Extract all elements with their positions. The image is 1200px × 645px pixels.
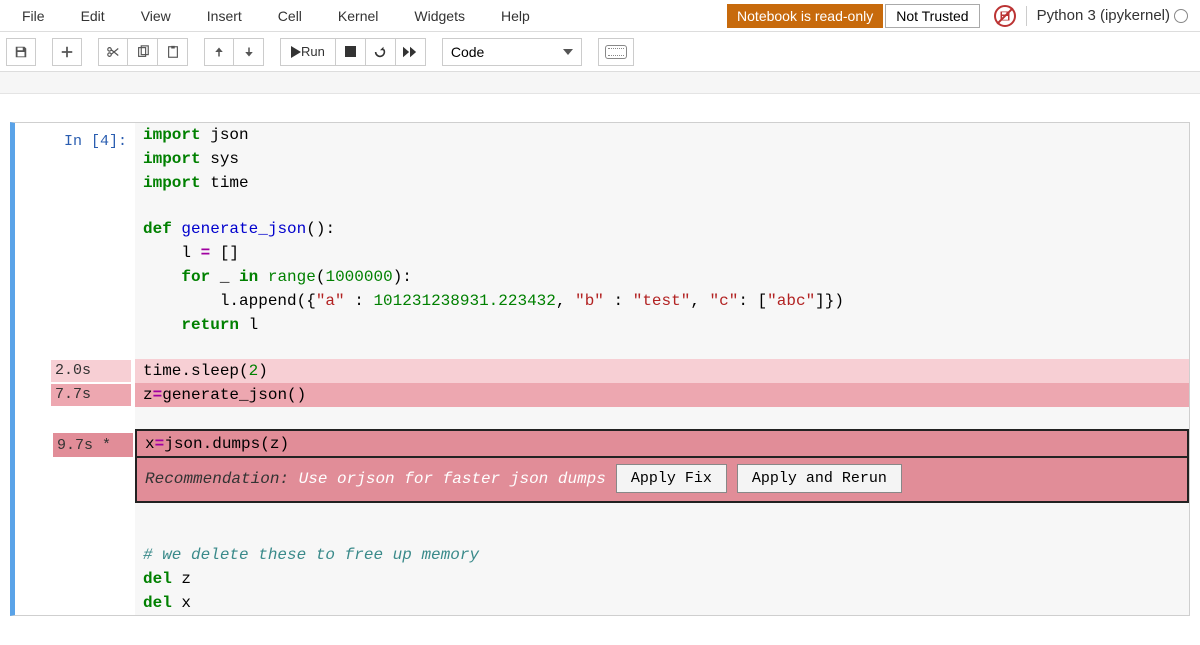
comment: # we delete these to free up memory [143, 546, 479, 564]
timing-label: 2.0s [51, 360, 131, 382]
code-cell[interactable]: In [4]: import json import sys import ti… [10, 122, 1190, 616]
copy-button[interactable] [128, 38, 158, 66]
kw-import: import [143, 126, 201, 144]
menu-cell[interactable]: Cell [260, 2, 320, 30]
slow-line: 9.7s *x=json.dumps(z) [135, 429, 1189, 458]
menu-insert[interactable]: Insert [189, 2, 260, 30]
recommendation-label: Recommendation: [145, 470, 299, 488]
command-palette-button[interactable] [598, 38, 634, 66]
no-save-icon [994, 5, 1016, 27]
copy-icon [136, 45, 150, 59]
kw-import: import [143, 174, 201, 192]
restart-button[interactable] [366, 38, 396, 66]
menubar: File Edit View Insert Cell Kernel Widget… [0, 0, 1200, 32]
save-icon [14, 45, 28, 59]
stop-icon [345, 46, 356, 57]
move-group [204, 38, 264, 66]
apply-fix-button[interactable]: Apply Fix [616, 464, 727, 493]
cut-button[interactable] [98, 38, 128, 66]
stop-button[interactable] [336, 38, 366, 66]
run-button[interactable]: Run [280, 38, 336, 66]
menu-widgets[interactable]: Widgets [396, 2, 483, 30]
add-cell-button[interactable] [52, 38, 82, 66]
timing-label: 7.7s [51, 384, 131, 406]
kernel-name[interactable]: Python 3 (ipykernel) [1037, 7, 1170, 24]
save-button[interactable] [6, 38, 36, 66]
recommendation-text: Use orjson for faster json dumps [299, 470, 606, 488]
run-group: Run [280, 38, 426, 66]
play-icon [291, 46, 301, 58]
kernel-status-icon[interactable] [1174, 9, 1188, 23]
divider [1026, 6, 1027, 26]
cell-code[interactable]: import json import sys import time def g… [135, 123, 1189, 615]
readonly-badge: Notebook is read-only [727, 4, 883, 28]
run-label: Run [301, 44, 325, 59]
plus-icon [60, 45, 74, 59]
move-down-button[interactable] [234, 38, 264, 66]
keyboard-icon [605, 45, 627, 59]
cut-copy-paste-group [98, 38, 188, 66]
arrow-up-icon [213, 46, 225, 58]
apply-and-rerun-button[interactable]: Apply and Rerun [737, 464, 902, 493]
toolbar: Run Code [0, 32, 1200, 72]
paste-button[interactable] [158, 38, 188, 66]
not-trusted-badge[interactable]: Not Trusted [885, 4, 979, 28]
menu-view[interactable]: View [123, 2, 189, 30]
restart-icon [373, 45, 387, 59]
menu-kernel[interactable]: Kernel [320, 2, 396, 30]
notebook-area: In [4]: import json import sys import ti… [0, 94, 1200, 644]
cell-type-select[interactable]: Code [442, 38, 582, 66]
menu-help[interactable]: Help [483, 2, 548, 30]
move-up-button[interactable] [204, 38, 234, 66]
gap-bar [0, 72, 1200, 94]
menu-file[interactable]: File [4, 2, 63, 30]
recommendation-panel: Recommendation: Use orjson for faster js… [135, 458, 1189, 503]
menu-edit[interactable]: Edit [63, 2, 123, 30]
scissors-icon [106, 45, 120, 59]
fast-forward-icon [403, 46, 417, 58]
restart-run-all-button[interactable] [396, 38, 426, 66]
timing-label: 9.7s * [53, 433, 133, 457]
paste-icon [166, 45, 180, 59]
kw-import: import [143, 150, 201, 168]
arrow-down-icon [243, 46, 255, 58]
